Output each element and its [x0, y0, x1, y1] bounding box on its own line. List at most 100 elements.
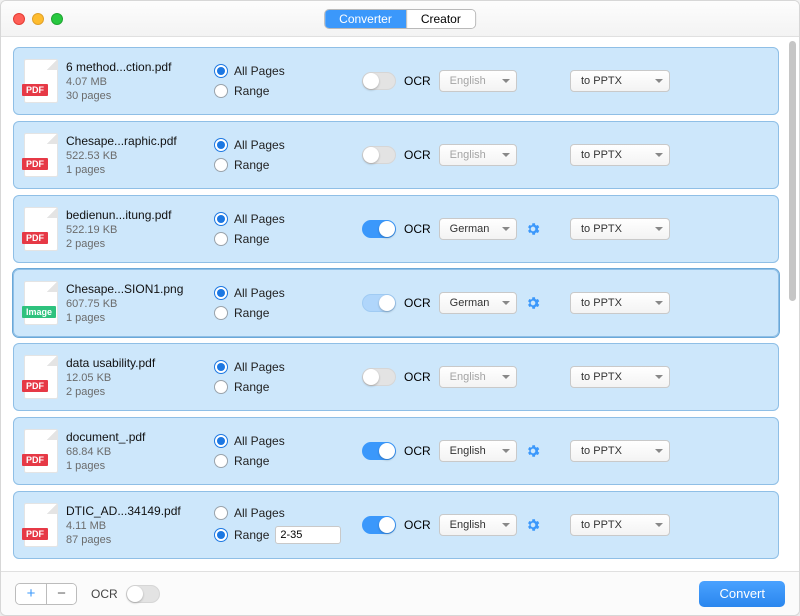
format-dropdown[interactable]: to PPTX: [570, 514, 670, 536]
range-label: Range: [234, 84, 269, 98]
format-dropdown[interactable]: to PPTX: [570, 144, 670, 166]
remove-button[interactable]: −: [46, 584, 76, 604]
language-dropdown[interactable]: English: [439, 440, 517, 462]
gear-icon[interactable]: [525, 221, 541, 237]
file-row[interactable]: PDF 6 method...ction.pdf 4.07 MB 30 page…: [13, 47, 779, 115]
radio-all-pages[interactable]: [214, 506, 228, 520]
ocr-toggle[interactable]: [362, 72, 396, 90]
minimize-icon[interactable]: [32, 13, 44, 25]
file-pages: 1 pages: [66, 460, 206, 472]
scrollbar[interactable]: [785, 37, 799, 571]
radio-range[interactable]: [214, 232, 228, 246]
ocr-toggle[interactable]: [362, 146, 396, 164]
language-dropdown[interactable]: English: [439, 70, 517, 92]
file-pages: 1 pages: [66, 312, 206, 324]
format-dropdown[interactable]: to PPTX: [570, 366, 670, 388]
gear-icon[interactable]: [525, 295, 541, 311]
format-group: to PPTX: [550, 514, 670, 536]
ocr-label: OCR: [404, 74, 431, 88]
ocr-toggle[interactable]: [362, 220, 396, 238]
pdf-file-icon: PDF: [24, 355, 58, 399]
gear-icon[interactable]: [525, 443, 541, 459]
pdf-file-icon: PDF: [24, 429, 58, 473]
file-size: 4.11 MB: [66, 520, 206, 532]
page-range-group: All Pages Range: [214, 64, 354, 98]
radio-all-pages[interactable]: [214, 434, 228, 448]
gear-icon[interactable]: [525, 517, 541, 533]
page-range-group: All Pages Range: [214, 212, 354, 246]
language-dropdown[interactable]: English: [439, 366, 517, 388]
format-group: to PPTX: [550, 292, 670, 314]
file-row[interactable]: PDF bedienun...itung.pdf 522.19 KB 2 pag…: [13, 195, 779, 263]
file-meta: data usability.pdf 12.05 KB 2 pages: [66, 356, 206, 398]
ocr-label: OCR: [404, 148, 431, 162]
pdf-file-icon: PDF: [24, 133, 58, 177]
page-range-group: All Pages Range: [214, 434, 354, 468]
file-size: 12.05 KB: [66, 372, 206, 384]
ocr-toggle[interactable]: [362, 516, 396, 534]
language-dropdown[interactable]: English: [439, 514, 517, 536]
add-button[interactable]: +: [16, 584, 46, 604]
radio-all-pages[interactable]: [214, 64, 228, 78]
convert-button[interactable]: Convert: [699, 581, 785, 607]
file-meta: document_.pdf 68.84 KB 1 pages: [66, 430, 206, 472]
ocr-toggle[interactable]: [362, 294, 396, 312]
ocr-group: OCR German: [362, 218, 542, 240]
ocr-group: OCR English: [362, 144, 542, 166]
ocr-group: OCR English: [362, 440, 542, 462]
radio-range[interactable]: [214, 306, 228, 320]
all-pages-label: All Pages: [234, 138, 285, 152]
ocr-toggle[interactable]: [362, 442, 396, 460]
ocr-label: OCR: [404, 444, 431, 458]
ocr-toggle[interactable]: [362, 368, 396, 386]
format-dropdown[interactable]: to PPTX: [570, 292, 670, 314]
radio-all-pages[interactable]: [214, 286, 228, 300]
format-dropdown[interactable]: to PPTX: [570, 70, 670, 92]
radio-all-pages[interactable]: [214, 360, 228, 374]
file-row[interactable]: PDF document_.pdf 68.84 KB 1 pages All P…: [13, 417, 779, 485]
format-dropdown[interactable]: to PPTX: [570, 218, 670, 240]
footer-ocr-toggle[interactable]: [126, 585, 160, 603]
ocr-label: OCR: [404, 518, 431, 532]
page-range-group: All Pages Range: [214, 360, 354, 394]
language-dropdown[interactable]: German: [439, 218, 517, 240]
scrollbar-thumb[interactable]: [789, 41, 796, 301]
file-row[interactable]: PDF data usability.pdf 12.05 KB 2 pages …: [13, 343, 779, 411]
radio-range[interactable]: [214, 158, 228, 172]
zoom-icon[interactable]: [51, 13, 63, 25]
file-row[interactable]: PDF DTIC_AD...34149.pdf 4.11 MB 87 pages…: [13, 491, 779, 559]
file-meta: bedienun...itung.pdf 522.19 KB 2 pages: [66, 208, 206, 250]
tab-converter[interactable]: Converter: [325, 10, 406, 28]
all-pages-label: All Pages: [234, 286, 285, 300]
file-size: 68.84 KB: [66, 446, 206, 458]
radio-range[interactable]: [214, 380, 228, 394]
language-dropdown[interactable]: German: [439, 292, 517, 314]
format-group: to PPTX: [550, 70, 670, 92]
radio-range[interactable]: [214, 84, 228, 98]
tab-creator[interactable]: Creator: [406, 10, 475, 28]
page-range-group: All Pages Range: [214, 138, 354, 172]
close-icon[interactable]: [13, 13, 25, 25]
footer: + − OCR Convert: [1, 571, 799, 615]
file-row[interactable]: Image Chesape...SION1.png 607.75 KB 1 pa…: [13, 269, 779, 337]
file-name: Chesape...raphic.pdf: [66, 134, 206, 148]
file-row[interactable]: PDF Chesape...raphic.pdf 522.53 KB 1 pag…: [13, 121, 779, 189]
all-pages-label: All Pages: [234, 434, 285, 448]
ocr-label: OCR: [404, 296, 431, 310]
format-dropdown[interactable]: to PPTX: [570, 440, 670, 462]
all-pages-label: All Pages: [234, 212, 285, 226]
radio-all-pages[interactable]: [214, 138, 228, 152]
ocr-group: OCR English: [362, 366, 542, 388]
file-name: 6 method...ction.pdf: [66, 60, 206, 74]
file-size: 607.75 KB: [66, 298, 206, 310]
file-name: data usability.pdf: [66, 356, 206, 370]
language-dropdown[interactable]: English: [439, 144, 517, 166]
ocr-group: OCR English: [362, 514, 542, 536]
file-meta: Chesape...raphic.pdf 522.53 KB 1 pages: [66, 134, 206, 176]
radio-range[interactable]: [214, 528, 228, 542]
file-size: 4.07 MB: [66, 76, 206, 88]
range-input[interactable]: [275, 526, 341, 544]
radio-range[interactable]: [214, 454, 228, 468]
radio-all-pages[interactable]: [214, 212, 228, 226]
image-file-icon: Image: [24, 281, 58, 325]
